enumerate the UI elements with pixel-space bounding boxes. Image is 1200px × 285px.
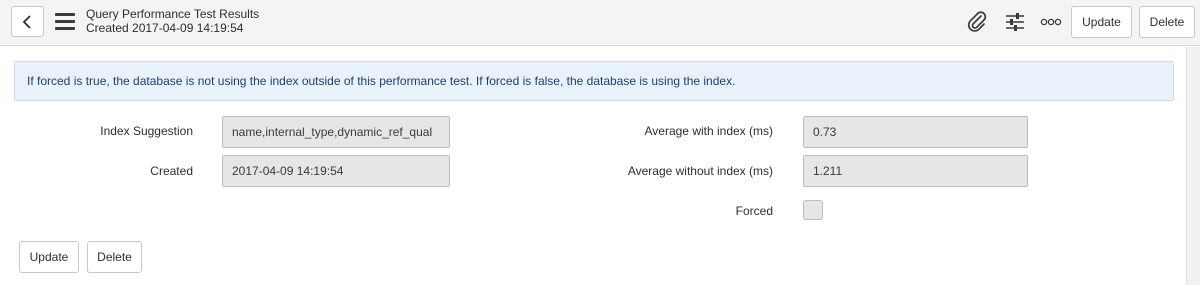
avg-without-index-label: Average without index (ms)	[627, 164, 773, 178]
avg-without-index-field[interactable]: 1.211	[803, 155, 1028, 187]
footer-delete-button[interactable]: Delete	[87, 241, 142, 273]
avg-with-index-field[interactable]: 0.73	[803, 116, 1028, 148]
created-value: 2017-04-09 14:19:54	[232, 164, 344, 178]
info-message: If forced is true, the database is not u…	[14, 61, 1174, 101]
avg-with-index-label: Average with index (ms)	[644, 124, 774, 138]
back-button[interactable]	[11, 6, 44, 37]
created-label: Created	[150, 164, 193, 178]
avg-without-index-value: 1.211	[813, 164, 843, 178]
hamburger-menu-icon[interactable]	[55, 13, 75, 31]
index-suggestion-label: Index Suggestion	[100, 124, 193, 138]
page-subtitle: Created 2017-04-09 14:19:54	[86, 21, 244, 35]
sliders-icon[interactable]	[1004, 11, 1026, 33]
paperclip-icon[interactable]	[966, 11, 988, 33]
title-block: Query Performance Test Results Created 2…	[86, 7, 259, 35]
index-suggestion-field[interactable]: name,internal_type,dynamic_ref_qual	[222, 116, 450, 148]
header-delete-button[interactable]: Delete	[1139, 6, 1195, 38]
chevron-left-icon	[22, 15, 31, 29]
avg-with-index-value: 0.73	[813, 125, 837, 139]
vertical-scrollbar[interactable]	[1186, 47, 1200, 285]
footer-update-button[interactable]: Update	[19, 241, 79, 273]
forced-label: Forced	[735, 204, 773, 218]
info-message-text: If forced is true, the database is not u…	[27, 74, 736, 88]
form-header: Query Performance Test Results Created 2…	[0, 0, 1200, 46]
created-field[interactable]: 2017-04-09 14:19:54	[222, 155, 450, 187]
page-title: Query Performance Test Results	[86, 7, 260, 21]
index-suggestion-value: name,internal_type,dynamic_ref_qual	[232, 125, 433, 139]
more-options-icon[interactable]	[1040, 17, 1062, 27]
forced-checkbox[interactable]	[803, 200, 823, 220]
header-update-button[interactable]: Update	[1071, 6, 1132, 38]
